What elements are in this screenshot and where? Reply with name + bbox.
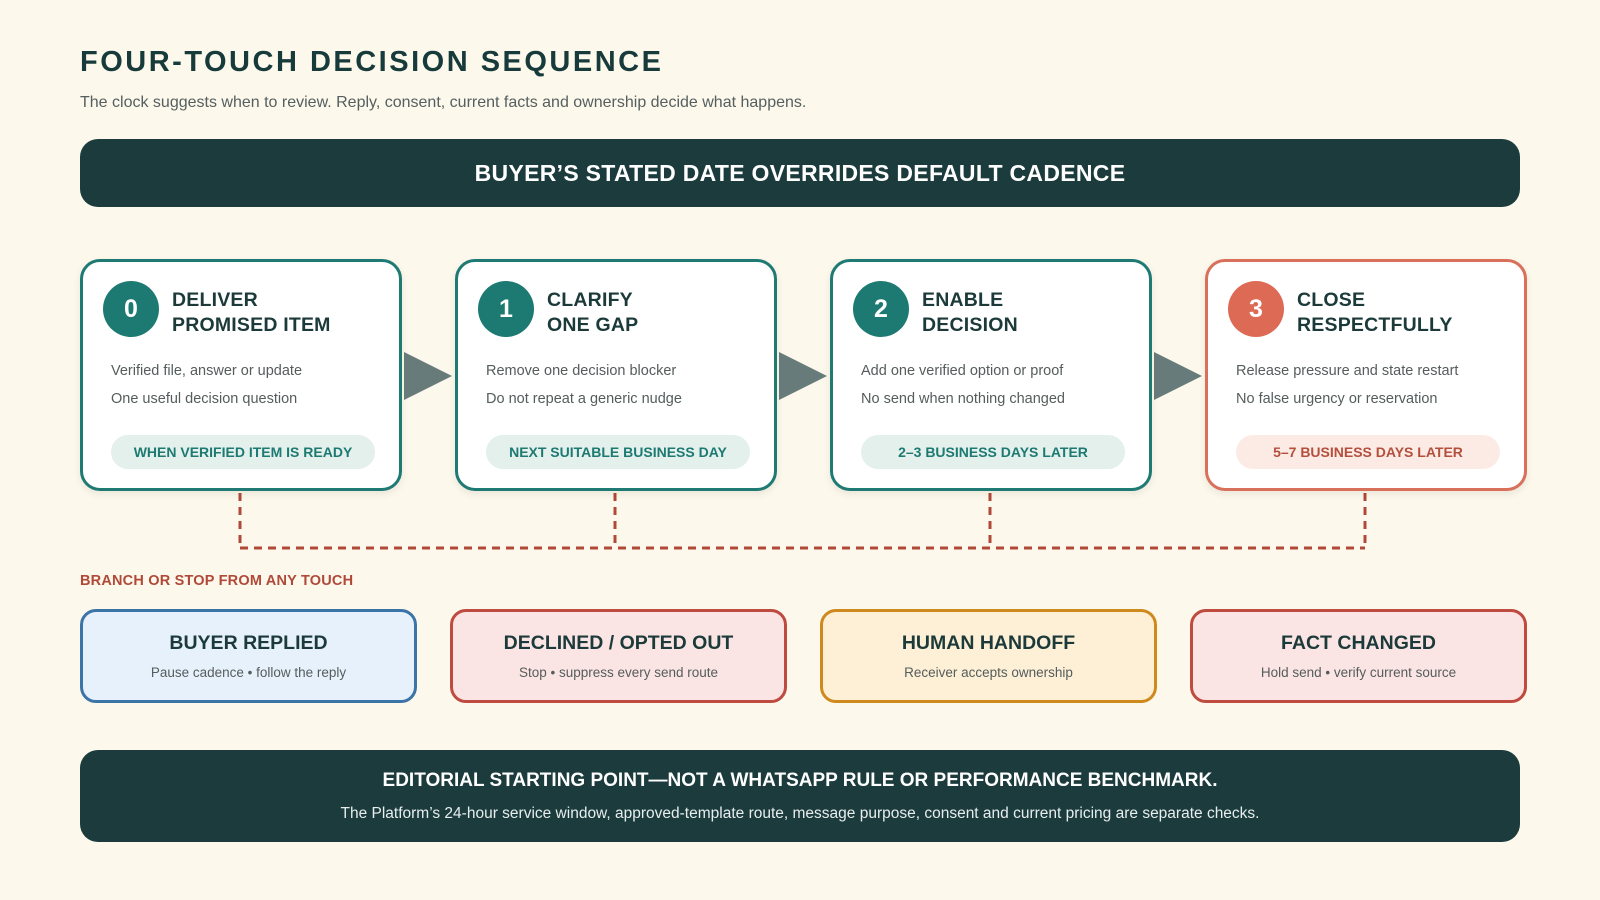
branch-description: Receiver accepts ownership <box>904 665 1073 680</box>
step-number-badge: 3 <box>1228 281 1284 337</box>
branch-card-fact-changed: FACT CHANGED Hold send • verify current … <box>1190 609 1527 703</box>
branch-description: Stop • suppress every send route <box>518 665 719 680</box>
step-timing-pill: 2–3 BUSINESS DAYS LATER <box>861 435 1125 469</box>
footer-title: EDITORIAL STARTING POINT—NOT A WHATSAPP … <box>382 769 1218 791</box>
step-timing-pill: NEXT SUITABLE BUSINESS DAY <box>486 435 750 469</box>
footer-disclaimer: EDITORIAL STARTING POINT—NOT A WHATSAPP … <box>80 750 1520 842</box>
branch-title: DECLINED / OPTED OUT <box>503 632 734 654</box>
branch-card-declined: DECLINED / OPTED OUT Stop • suppress eve… <box>450 609 787 703</box>
step-timing-pill: WHEN VERIFIED ITEM IS READY <box>111 435 375 469</box>
step-title: ENABLE DECISION <box>922 289 1018 336</box>
step-number-badge: 1 <box>478 281 534 337</box>
branch-card-buyer-replied: BUYER REPLIED Pause cadence • follow the… <box>80 609 417 703</box>
branch-title: BUYER REPLIED <box>169 632 328 654</box>
step-detail: One useful decision question <box>111 391 298 407</box>
step-title: CLOSE RESPECTFULLY <box>1297 289 1453 336</box>
step-title: CLARIFY ONE GAP <box>547 289 639 336</box>
step-number-badge: 2 <box>853 281 909 337</box>
step-detail: Verified file, answer or update <box>111 363 303 379</box>
step-detail: No false urgency or reservation <box>1236 391 1438 407</box>
arrow-right-icon <box>404 352 452 400</box>
branch-description: Hold send • verify current source <box>1260 665 1457 680</box>
step-detail: Release pressure and state restart <box>1236 363 1459 379</box>
step-detail: No send when nothing changed <box>861 391 1065 407</box>
branch-description: Pause cadence • follow the reply <box>150 665 347 680</box>
step-detail: Remove one decision blocker <box>486 363 677 379</box>
step-detail: Do not repeat a generic nudge <box>486 391 682 407</box>
arrow-right-icon <box>779 352 827 400</box>
step-detail: Add one verified option or proof <box>861 363 1064 379</box>
branch-card-human-handoff: HUMAN HANDOFF Receiver accepts ownership <box>820 609 1157 703</box>
branch-title: HUMAN HANDOFF <box>901 632 1076 654</box>
branch-title: FACT CHANGED <box>1281 632 1436 654</box>
step-card-enable: 2 ENABLE DECISION Add one verified optio… <box>830 259 1152 491</box>
arrow-right-icon <box>1154 352 1202 400</box>
step-number-badge: 0 <box>103 281 159 337</box>
step-card-deliver: 0 DELIVER PROMISED ITEM Verified file, a… <box>80 259 402 491</box>
step-timing-pill: 5–7 BUSINESS DAYS LATER <box>1236 435 1500 469</box>
step-card-close: 3 CLOSE RESPECTFULLY Release pressure an… <box>1205 259 1527 491</box>
branch-section-label: BRANCH OR STOP FROM ANY TOUCH <box>80 573 354 589</box>
step-card-clarify: 1 CLARIFY ONE GAP Remove one decision bl… <box>455 259 777 491</box>
step-title: DELIVER PROMISED ITEM <box>172 289 331 336</box>
footer-note: The Platform’s 24-hour service window, a… <box>340 804 1260 822</box>
